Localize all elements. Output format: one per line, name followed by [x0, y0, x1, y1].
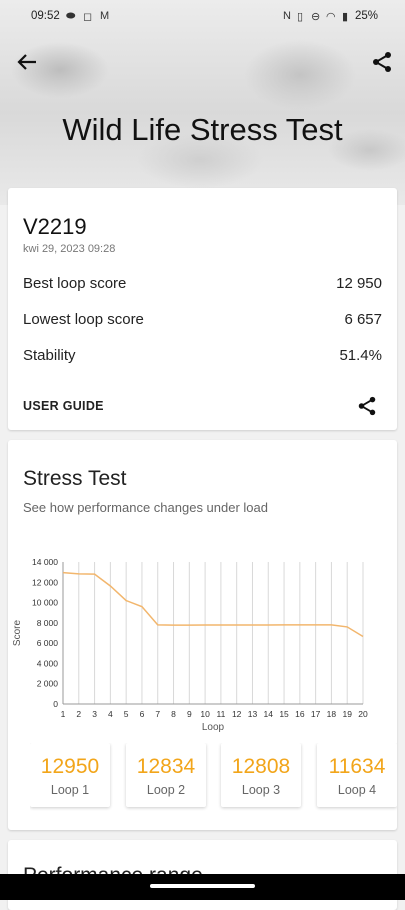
x-tick-label: 18 — [327, 709, 337, 719]
y-tick-label: 6 000 — [37, 638, 59, 648]
gmail-icon: M — [100, 10, 110, 22]
row-value: 6 657 — [344, 311, 382, 328]
x-tick-label: 3 — [92, 709, 97, 719]
y-tick-label: 10 000 — [32, 598, 58, 608]
lowest-loop-row: Lowest loop score 6 657 — [23, 311, 382, 328]
row-label: Lowest loop score — [23, 311, 144, 328]
loop-score: 12834 — [136, 755, 196, 778]
x-tick-label: 20 — [358, 709, 368, 719]
x-tick-label: 17 — [311, 709, 321, 719]
vibrate-icon: ▯ — [297, 11, 304, 23]
x-axis-title: Loop — [202, 722, 225, 733]
loop-label: Loop 3 — [241, 783, 281, 797]
share-icon[interactable] — [356, 395, 378, 417]
stress-test-chart: 0 2 000 4 000 6 000 8 000 10 000 12 000 14 000 1… — [12, 557, 368, 733]
x-tick-label: 10 — [200, 709, 210, 719]
x-tick-label: 6 — [140, 709, 145, 719]
loop-score: 12950 — [40, 755, 100, 778]
page-title: Wild Life Stress Test — [62, 112, 343, 147]
y-tick-label: 4 000 — [37, 658, 59, 668]
battery-icon: ▮ — [342, 11, 349, 23]
x-tick-label: 11 — [216, 709, 225, 719]
row-label: Stability — [23, 347, 76, 364]
loop-card[interactable]: 12808 Loop 3 — [221, 743, 301, 807]
loop-card[interactable]: 12950 Loop 1 — [30, 743, 110, 807]
loop-label: Loop 1 — [50, 783, 90, 797]
navigation-bar — [0, 874, 405, 900]
home-gesture-bar[interactable] — [150, 884, 255, 888]
row-value: 51.4% — [339, 347, 382, 364]
loop-label: Loop 4 — [337, 783, 377, 797]
x-tick-label: 8 — [171, 709, 176, 719]
x-tick-label: 12 — [232, 709, 242, 719]
x-tick-label: 16 — [295, 709, 305, 719]
test-date: kwi 29, 2023 09:28 — [23, 243, 116, 255]
row-label: Best loop score — [23, 275, 127, 292]
x-tick-label: 4 — [108, 709, 113, 719]
summary-card: V2219 kwi 29, 2023 09:28 Best loop score… — [8, 188, 397, 430]
wifi-icon: ◠ — [326, 11, 336, 23]
section-title: Stress Test — [23, 467, 127, 490]
loop-card[interactable]: 11634 Loop 4 — [317, 743, 397, 807]
loop-score: 12808 — [231, 755, 291, 778]
discord-icon: ⬬ — [66, 10, 76, 22]
x-tick-label: 19 — [342, 709, 352, 719]
y-axis-title: Score — [12, 620, 23, 647]
back-arrow-icon[interactable] — [14, 50, 40, 74]
x-tick-label: 5 — [124, 709, 129, 719]
stability-row: Stability 51.4% — [23, 347, 382, 364]
x-tick-label: 7 — [155, 709, 160, 719]
device-name: V2219 — [23, 214, 87, 239]
x-tick-label: 13 — [248, 709, 258, 719]
section-subtitle: See how performance changes under load — [23, 500, 268, 515]
row-value: 12 950 — [336, 275, 382, 292]
loop-card[interactable]: 12834 Loop 2 — [126, 743, 206, 807]
share-icon[interactable] — [370, 50, 394, 74]
x-tick-label: 1 — [61, 709, 66, 719]
loop-label: Loop 2 — [146, 783, 186, 797]
dnd-icon: ⊖ — [311, 11, 321, 23]
x-tick-label: 9 — [187, 709, 192, 719]
status-time: 09:52 — [31, 10, 60, 22]
y-tick-label: 12 000 — [32, 577, 58, 587]
instagram-icon: ◻ — [83, 11, 93, 23]
y-tick-label: 8 000 — [37, 618, 59, 628]
x-tick-label: 2 — [76, 709, 81, 719]
y-tick-label: 14 000 — [32, 557, 58, 567]
best-loop-row: Best loop score 12 950 — [23, 275, 382, 292]
series-line — [62, 571, 364, 638]
status-bar: 09:52 ⬬ ◻ M N ▯ ⊖ ◠ ▮ 25% — [0, 0, 405, 34]
y-tick-label: 2 000 — [37, 679, 59, 689]
stress-test-card: Stress Test See how performance changes … — [8, 440, 397, 830]
loop-carousel[interactable]: 12950 Loop 1 12834 Loop 2 12808 Loop 3 1… — [30, 743, 397, 811]
y-tick-label: 0 — [53, 699, 58, 709]
battery-percent: 25% — [355, 10, 379, 22]
user-guide-link[interactable]: USER GUIDE — [23, 399, 104, 413]
nfc-icon: N — [283, 10, 291, 22]
x-tick-label: 15 — [279, 709, 289, 719]
x-tick-label: 14 — [264, 709, 274, 719]
loop-score: 11634 — [328, 755, 386, 778]
